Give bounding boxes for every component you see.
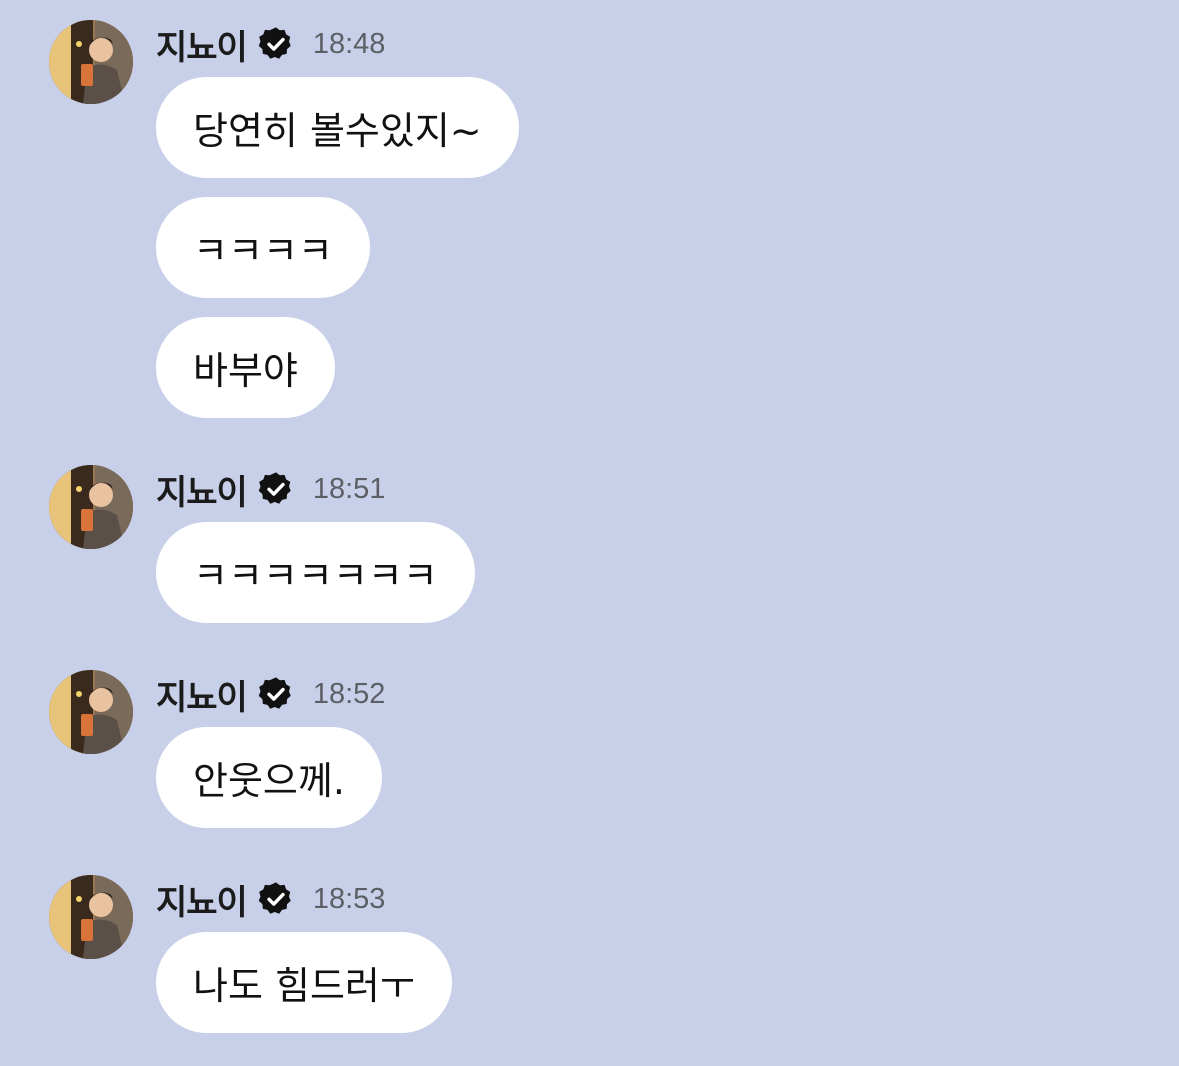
message-header: 지뇨이 18:48 — [156, 20, 386, 69]
message-bubble[interactable]: 바부야 — [156, 317, 335, 418]
message-header: 지뇨이 18:53 — [156, 875, 386, 924]
message-bubble[interactable]: ㅋㅋㅋㅋㅋㅋㅋ — [156, 522, 475, 623]
message-bubble[interactable]: 당연히 볼수있지~ — [156, 77, 519, 178]
verified-badge-icon — [257, 675, 295, 713]
timestamp: 18:51 — [312, 472, 386, 505]
sender-name[interactable]: 지뇨이 — [156, 20, 248, 69]
sender-name[interactable]: 지뇨이 — [156, 875, 248, 924]
message-header: 지뇨이 18:51 — [156, 465, 386, 514]
timestamp: 18:53 — [312, 882, 386, 915]
sender-name[interactable]: 지뇨이 — [156, 670, 248, 719]
verified-badge-icon — [257, 880, 295, 918]
avatar[interactable] — [49, 465, 133, 549]
message-bubble[interactable]: ㅋㅋㅋㅋ — [156, 197, 370, 298]
sender-name[interactable]: 지뇨이 — [156, 465, 248, 514]
timestamp: 18:52 — [312, 677, 386, 710]
message-bubble[interactable]: 안웃으께. — [156, 727, 382, 828]
verified-badge-icon — [257, 25, 295, 63]
avatar[interactable] — [49, 670, 133, 754]
message-header: 지뇨이 18:52 — [156, 670, 386, 719]
message-bubble[interactable]: 나도 힘드러ㅜ — [156, 932, 452, 1033]
verified-badge-icon — [257, 470, 295, 508]
avatar[interactable] — [49, 875, 133, 959]
avatar[interactable] — [49, 20, 133, 104]
timestamp: 18:48 — [312, 27, 386, 60]
